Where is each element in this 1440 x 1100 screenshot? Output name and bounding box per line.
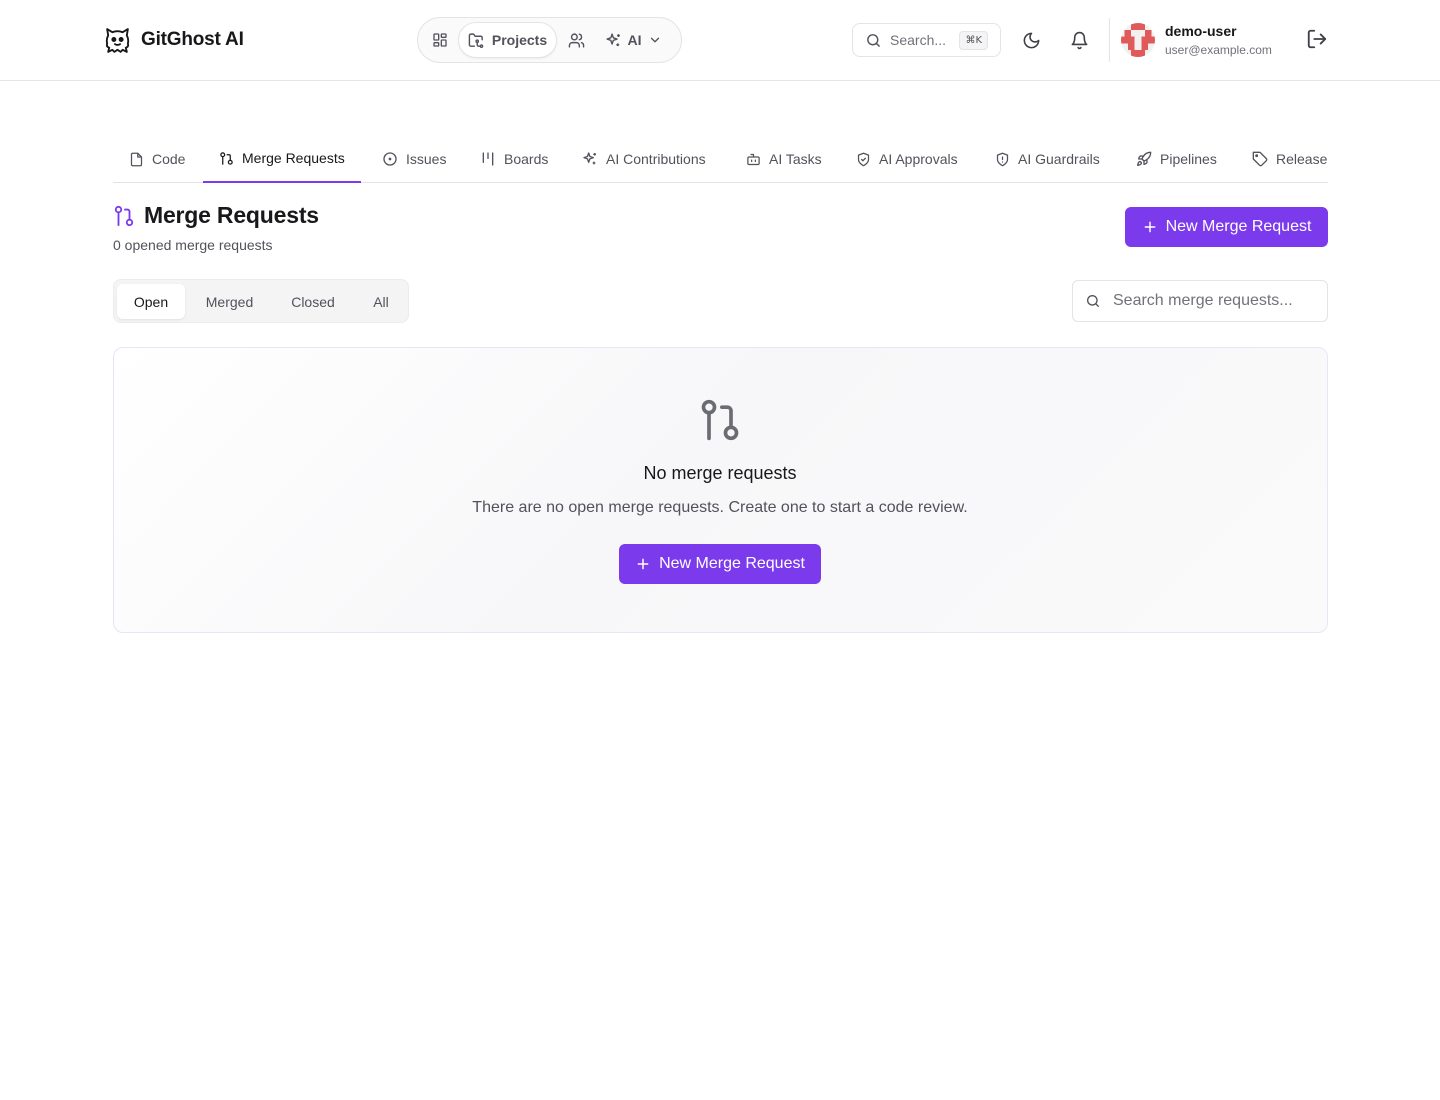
project-tabs: Code Merge Requests Issues Boards AI Con… [113,135,1328,183]
merge-request-search [1072,280,1328,322]
tab-release-label: Release [1276,151,1328,167]
filter-closed[interactable]: Closed [274,284,352,319]
bell-icon [1070,31,1089,50]
filter-open[interactable]: Open [117,284,185,319]
empty-state-description: There are no open merge requests. Create… [472,499,968,516]
nav-ai-dropdown[interactable]: AI [598,22,668,58]
empty-state-new-merge-request-button[interactable]: New Merge Request [619,544,821,584]
tab-pipelines[interactable]: Pipelines [1136,135,1217,183]
global-search-placeholder: Search... [890,32,947,48]
tag-icon [1252,151,1268,167]
nav-ai-label: AI [627,32,642,48]
git-pull-request-icon [113,204,135,228]
merge-request-search-input[interactable] [1113,292,1313,310]
tab-issues-label: Issues [406,151,447,167]
brand-logo-link[interactable]: GitGhost AI [103,25,244,55]
tab-ai-guardrails-label: AI Guardrails [1018,151,1100,167]
page-subtitle: 0 opened merge requests [113,237,273,253]
search-icon [1085,293,1101,309]
tab-merge-requests[interactable]: Merge Requests [203,135,361,183]
user-name: demo-user [1165,23,1237,39]
tab-code-label: Code [152,151,186,167]
logout-button[interactable] [1306,28,1328,50]
state-filter: Open Merged Closed All [113,279,409,323]
git-pull-request-icon [698,398,742,442]
tab-merge-requests-label: Merge Requests [242,150,345,166]
page-title: Merge Requests [113,202,319,229]
tab-ai-contributions-label: AI Contributions [606,151,706,167]
filter-merged[interactable]: Merged [190,284,269,319]
tab-ai-approvals-label: AI Approvals [879,151,958,167]
ghost-logo-icon [103,26,132,55]
plus-icon [635,556,651,572]
search-shortcut-badge: ⌘K [959,31,988,50]
header-divider [1109,18,1110,62]
top-header: GitGhost AI Projects AI Search... ⌘K dem… [0,0,1440,81]
nav-users-button[interactable] [560,22,592,58]
tab-code[interactable]: Code [129,135,185,183]
empty-state-card [113,347,1328,633]
kanban-icon [480,151,496,167]
tab-issues[interactable]: Issues [382,135,446,183]
theme-toggle-button[interactable] [1018,27,1044,53]
nav-dashboard-button[interactable] [424,22,456,58]
users-icon [568,32,585,49]
tab-ai-approvals[interactable]: AI Approvals [856,135,958,183]
new-merge-request-label: New Merge Request [1165,218,1312,235]
bot-icon [746,152,761,167]
tab-ai-tasks[interactable]: AI Tasks [746,135,822,183]
notifications-button[interactable] [1066,27,1092,53]
layout-grid-icon [432,32,448,48]
chevron-down-icon [648,33,662,47]
filter-all[interactable]: All [357,284,405,319]
tab-boards[interactable]: Boards [480,135,548,183]
tab-ai-guardrails[interactable]: AI Guardrails [995,135,1100,183]
main-nav: Projects AI [417,17,682,63]
shield-check-icon [856,152,871,167]
file-icon [129,152,144,167]
rocket-icon [1136,151,1152,167]
new-merge-request-button[interactable]: New Merge Request [1125,207,1328,247]
tab-pipelines-label: Pipelines [1160,151,1217,167]
shield-alert-icon [995,152,1010,167]
plus-icon [1142,219,1158,235]
nav-projects-button[interactable]: Projects [458,22,557,58]
git-pull-request-icon [219,151,234,166]
log-out-icon [1306,28,1328,50]
global-search-button[interactable]: Search... ⌘K [852,23,1001,57]
circle-dot-icon [382,151,398,167]
app-name: GitGhost AI [141,29,244,50]
tab-ai-contributions[interactable]: AI Contributions [582,135,706,183]
sparkles-icon [605,32,622,49]
tab-boards-label: Boards [504,151,549,167]
user-email: user@example.com [1165,43,1272,57]
sparkles-icon [582,151,598,167]
tab-release[interactable]: Release [1252,135,1327,183]
avatar[interactable] [1121,23,1155,57]
empty-state-title: No merge requests [643,463,797,483]
search-icon [865,32,882,49]
empty-state-button-label: New Merge Request [659,555,805,572]
page-title-text: Merge Requests [144,202,319,228]
nav-projects-label: Projects [491,32,548,48]
folder-git-icon [468,32,485,49]
tab-ai-tasks-label: AI Tasks [769,151,822,167]
moon-icon [1022,31,1041,50]
